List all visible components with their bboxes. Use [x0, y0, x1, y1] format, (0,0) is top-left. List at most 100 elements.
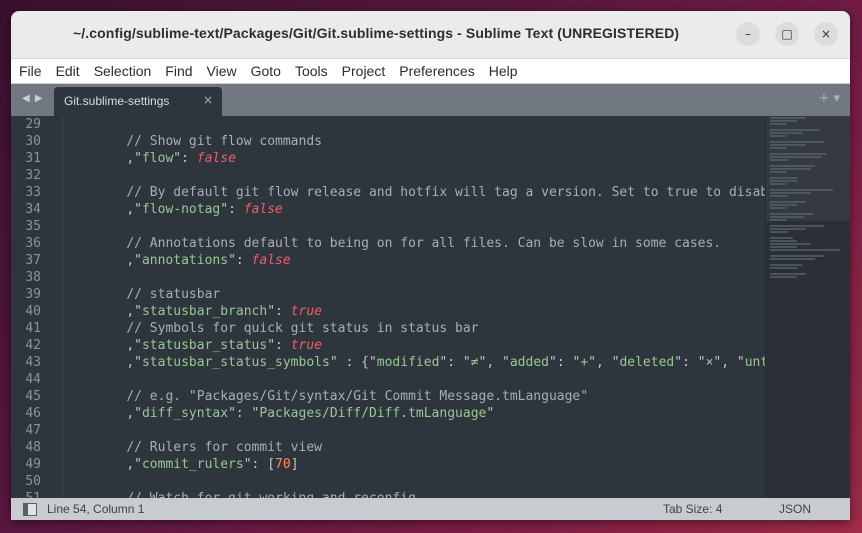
minimap-line: [770, 240, 797, 242]
sublime-window: ~/.config/sublime-text/Packages/Git/Git.…: [11, 11, 850, 520]
title-bar[interactable]: ~/.config/sublime-text/Packages/Git/Git.…: [11, 11, 850, 59]
code-token: ":: [267, 304, 291, 319]
minimap-line: [770, 258, 815, 260]
menu-preferences[interactable]: Preferences: [399, 63, 474, 79]
code-line: ,"annotations": false: [95, 252, 765, 269]
menu-goto[interactable]: Goto: [251, 63, 281, 79]
code-view[interactable]: // Show git flow commands ,"flow": false…: [95, 116, 765, 498]
minimap-line: [770, 255, 824, 257]
minimap-line: [770, 231, 788, 233]
code-line: // e.g. "Packages/Git/syntax/Git Commit …: [95, 388, 765, 405]
line-number: 38: [25, 270, 41, 285]
tab-git-sublime-settings[interactable]: Git.sublime-settings ×: [54, 87, 222, 116]
minimap-line: [770, 177, 797, 179]
line-number: 39: [25, 287, 41, 302]
code-line: // Show git flow commands: [95, 133, 765, 150]
code-token: ", ": [588, 355, 620, 370]
tab-size-selector[interactable]: Tab Size: 4: [663, 502, 722, 516]
code-token: ,": [126, 338, 142, 353]
minimap[interactable]: [765, 116, 850, 498]
line-number: 48: [25, 440, 41, 455]
menu-find[interactable]: Find: [165, 63, 192, 79]
code-token: modified: [376, 355, 440, 370]
line-number: 35: [25, 219, 41, 234]
code-line: ,"flow": false: [95, 150, 765, 167]
minimap-line: [770, 183, 787, 185]
code-line: // By default git flow release and hotfi…: [95, 184, 765, 201]
minimap-line: [770, 153, 826, 155]
code-token: ,": [126, 457, 142, 472]
minimap-line: [770, 192, 811, 194]
code-token: ": ": [439, 355, 471, 370]
minimap-line: [770, 243, 811, 245]
code-token: statusbar_branch: [141, 304, 268, 319]
minimap-line: [770, 195, 788, 197]
code-token: deleted: [619, 355, 675, 370]
code-token: 70: [275, 457, 291, 472]
menu-file[interactable]: File: [19, 63, 42, 79]
code-token: ": [: [243, 457, 276, 472]
line-number: 47: [25, 423, 41, 438]
code-token: flow: [141, 151, 174, 166]
line-number: 32: [25, 168, 41, 183]
menu-bar: File Edit Selection Find View Goto Tools Projec…: [11, 59, 850, 84]
minimap-line: [770, 144, 806, 146]
minimize-button[interactable]: –: [736, 22, 760, 46]
tab-close-icon[interactable]: ×: [203, 93, 213, 107]
code-token: ", ": [478, 355, 510, 370]
minimap-line: [770, 180, 797, 182]
code-token: ": [486, 406, 495, 421]
menu-help[interactable]: Help: [489, 63, 518, 79]
menu-view[interactable]: View: [207, 63, 237, 79]
minimap-line: [770, 219, 787, 221]
line-number: 46: [25, 406, 41, 421]
line-number: 42: [25, 338, 41, 353]
code-token: diff_syntax: [141, 406, 229, 421]
line-number: 41: [25, 321, 41, 336]
menu-edit[interactable]: Edit: [56, 63, 80, 79]
close-button[interactable]: ×: [814, 22, 838, 46]
line-number: 34: [25, 202, 41, 217]
minimap-line: [770, 201, 806, 203]
menu-project[interactable]: Project: [342, 63, 386, 79]
code-line: // Symbols for quick git status in statu…: [95, 320, 765, 337]
line-number-gutter: 29 30 31 32 33 34 35 36 37 38 39 40 41 42 43 44 45 46 47 48…: [11, 116, 49, 498]
code-token: added: [509, 355, 549, 370]
tab-nav-arrows-icon[interactable]: ◀ ▶: [22, 93, 44, 104]
code-token: ,": [126, 151, 142, 166]
code-token: ":: [173, 151, 197, 166]
new-tab-and-tab-list-icon[interactable]: + ▾: [818, 91, 840, 106]
code-token: " : {": [329, 355, 377, 370]
code-token: // By default git flow release and hotfi…: [126, 185, 765, 200]
code-token: // Symbols for quick git status in statu…: [126, 321, 479, 336]
sidebar-toggle-icon[interactable]: [23, 503, 37, 516]
line-number: 30: [25, 134, 41, 149]
code-line: ,"flow-notag": false: [95, 201, 765, 218]
editor-area[interactable]: 29 30 31 32 33 34 35 36 37 38 39 40 41 42 43 44 45 46 47 48…: [11, 116, 850, 498]
indent-guide: [62, 116, 63, 498]
code-token: ":: [267, 338, 291, 353]
minimap-line: [770, 213, 814, 215]
tab-label: Git.sublime-settings: [64, 94, 170, 108]
menu-selection[interactable]: Selection: [94, 63, 152, 79]
syntax-selector[interactable]: JSON: [779, 502, 811, 516]
minimap-line: [770, 204, 797, 206]
code-line: ,"statusbar_branch": true: [95, 303, 765, 320]
line-number: 36: [25, 236, 41, 251]
minimap-line: [770, 129, 820, 131]
menu-tools[interactable]: Tools: [295, 63, 328, 79]
maximize-button[interactable]: □: [775, 22, 799, 46]
code-token: // Show git flow commands: [126, 134, 322, 149]
minimap-line: [770, 147, 787, 149]
minimap-line: [770, 273, 806, 275]
code-token: statusbar_status: [141, 338, 268, 353]
code-line: // statusbar: [95, 286, 765, 303]
line-number: 45: [25, 389, 41, 404]
code-token: ,": [126, 253, 142, 268]
